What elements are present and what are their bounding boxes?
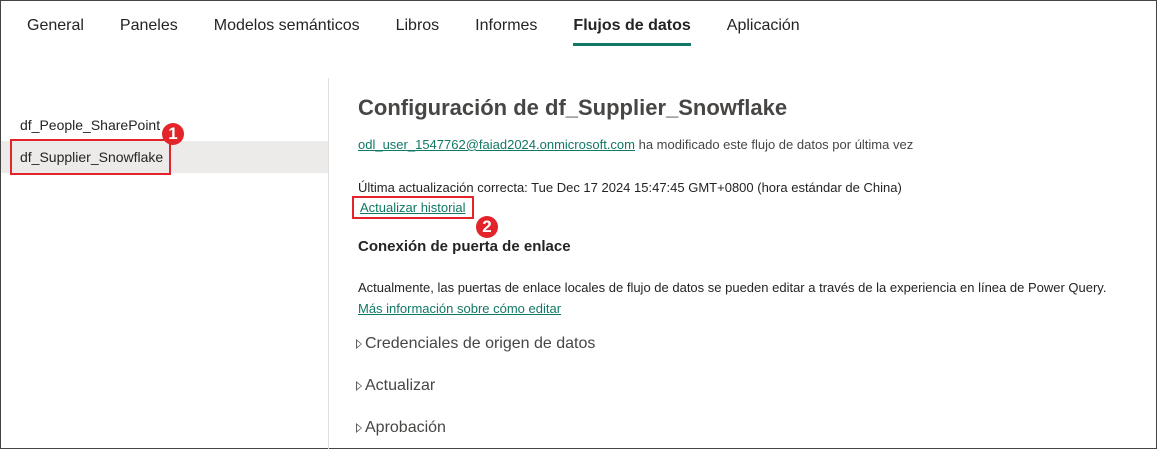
expander-data-source-credentials[interactable]: Credenciales de origen de datos [356,335,595,353]
modified-user-link[interactable]: odl_user_1547762@faiad2024.onmicrosoft.c… [358,137,635,152]
expander-endorsement[interactable]: Aprobación [356,419,446,437]
dataflow-item-label: df_People_SharePoint [20,117,161,133]
expand-caret-icon [356,339,362,349]
page-title: Configuración de df_Supplier_Snowflake [358,95,788,120]
modified-text: ha modificado este flujo de datos por úl… [635,137,914,152]
tab-general[interactable]: General [27,1,84,47]
last-refresh-text: Última actualización correcta: Tue Dec 1… [358,180,902,195]
step-marker-2: 2 [476,216,498,238]
tab-semantic-models[interactable]: Modelos semánticos [214,1,360,47]
expand-caret-icon [356,381,362,391]
tab-dashboards[interactable]: Paneles [120,1,178,47]
expander-label: Credenciales de origen de datos [365,335,596,352]
tab-reports[interactable]: Informes [475,1,537,47]
step-marker-1: 1 [162,123,184,145]
panel-divider [328,78,329,449]
dataflow-item-supplier-snowflake[interactable]: df_Supplier_Snowflake [1,139,328,175]
app-frame: General Paneles Modelos semánticos Libro… [0,0,1157,449]
modified-info: odl_user_1547762@faiad2024.onmicrosoft.c… [358,137,913,152]
expander-label: Actualizar [365,377,436,394]
gateway-heading: Conexión de puerta de enlace [358,238,571,255]
expand-caret-icon [356,423,362,433]
dataflow-item-label: df_Supplier_Snowflake [9,139,172,175]
tab-app[interactable]: Aplicación [727,1,800,47]
tab-bar: General Paneles Modelos semánticos Libro… [27,1,836,51]
expander-refresh[interactable]: Actualizar [356,377,435,395]
learn-more-link[interactable]: Más información sobre cómo editar [358,301,561,316]
tab-dataflows[interactable]: Flujos de datos [573,1,692,47]
tab-workbooks[interactable]: Libros [396,1,440,47]
expander-label: Aprobación [365,419,446,436]
refresh-history-link[interactable]: Actualizar historial [352,196,474,219]
gateway-description: Actualmente, las puertas de enlace local… [358,280,1107,295]
